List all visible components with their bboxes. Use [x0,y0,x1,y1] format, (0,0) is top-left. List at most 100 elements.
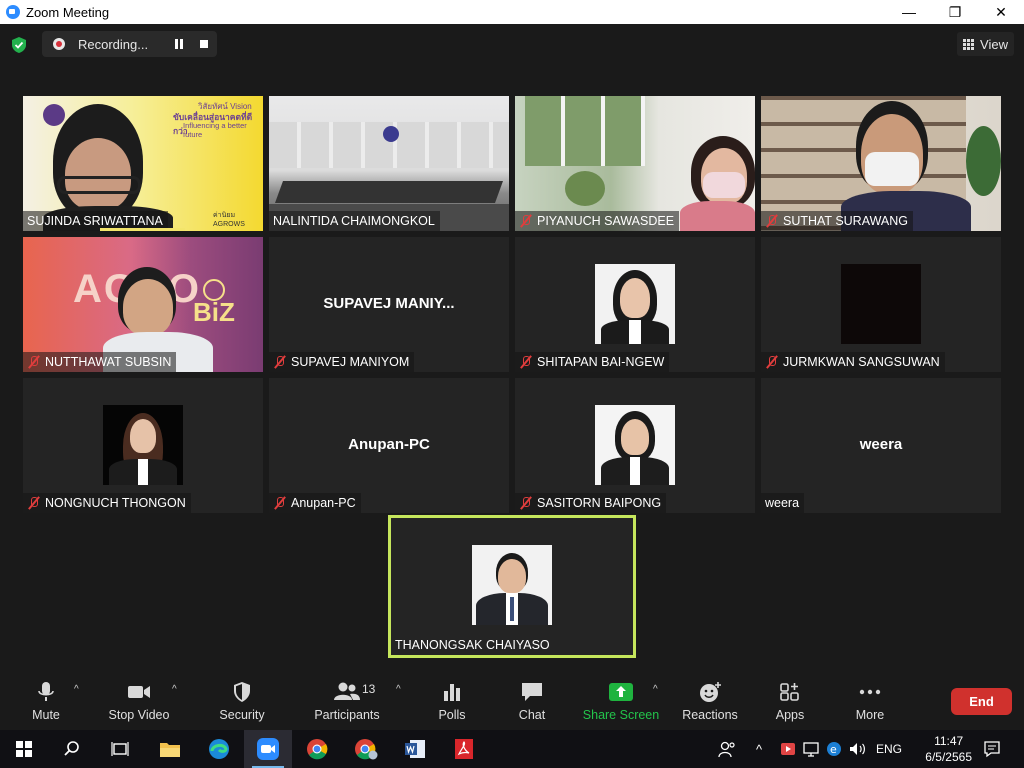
taskbar-clock[interactable]: 11:47 6/5/2565 [925,733,972,765]
maximize-button[interactable]: ❐ [932,0,978,24]
show-hidden-icons-chevron-icon[interactable]: ^ [756,730,762,768]
view-label: View [980,36,1008,52]
person-face [123,279,173,335]
participant-name: SASITORN BAIPONG [537,496,662,510]
video-tile-shitapan[interactable]: SHITAPAN BAI-NGEW [515,237,755,372]
clock-date: 6/5/2565 [925,750,972,764]
apps-button[interactable]: Apps [770,666,810,730]
chat-label: Chat [518,708,546,722]
video-tile-jurmkwan[interactable]: JURMKWAN SANGSUWAN [761,237,1001,372]
participant-name: SUTHAT SURAWANG [783,214,909,228]
video-tile-nutthawat[interactable]: AGRO BiZ NUTTHAWAT SUBSIN [23,237,263,372]
people-icon [718,741,735,758]
security-shield-icon[interactable] [10,36,28,54]
folder-icon [160,743,180,757]
muted-mic-icon [27,496,41,510]
participants-icon [334,682,360,700]
clock-time: 11:47 [934,734,964,748]
zoom-app[interactable] [244,730,292,768]
security-button[interactable]: Security [214,666,270,730]
close-button[interactable]: ✕ [978,0,1024,24]
avatar-face [498,559,526,593]
people-tray-icon[interactable] [718,730,736,768]
apps-label: Apps [775,708,805,722]
participant-name: JURMKWAN SANGSUWAN [783,355,940,369]
video-options-caret-icon[interactable]: ^ [172,684,182,695]
participant-name: THANONGSAK CHAIYASO [395,638,550,652]
security-shield-icon [234,682,250,702]
participant-name: SUPAVEJ MANIYOM [291,355,410,369]
participants-options-caret-icon[interactable]: ^ [396,684,406,695]
participant-name-bar: THANONGSAK CHAIYASO [391,635,555,655]
recording-indicator: Recording... [42,31,217,57]
chrome-app[interactable] [293,730,341,768]
avatar-face [620,278,650,318]
window-titlebar: Zoom Meeting — ❐ ✕ [0,0,1024,24]
start-button[interactable] [0,730,48,768]
video-tile-piyanuch[interactable]: PIYANUCH SAWASDEE [515,96,755,231]
lightbulb-icon [203,279,225,301]
participant-name-bar: NUTTHAWAT SUBSIN [23,352,177,372]
reactions-button[interactable]: Reactions [680,666,740,730]
word-app[interactable] [391,730,439,768]
video-tile-thanongsak[interactable]: THANONGSAK CHAIYASO [388,515,636,658]
video-tile-nongnuch[interactable]: NONGNUCH THONGON [23,378,263,513]
video-tile-nalintida[interactable]: NALINTIDA CHAIMONGKOL [269,96,509,231]
edge-icon [209,739,229,759]
share-options-caret-icon[interactable]: ^ [653,684,663,695]
input-language[interactable]: ENG [876,730,902,768]
notification-icon [984,741,1000,758]
speaker-icon [850,743,865,755]
participant-display-name: weera [859,436,903,453]
action-center-button[interactable] [983,730,1001,768]
chrome-profile-app[interactable] [342,730,390,768]
participants-button[interactable]: Participants [311,666,383,730]
video-tile-supavej[interactable]: SUPAVEJ MANIY... SUPAVEJ MANIYOM [269,237,509,372]
participant-name: NONGNUCH THONGON [45,496,186,510]
stop-video-button[interactable]: Stop Video [104,666,174,730]
search-button[interactable] [48,730,96,768]
edge-browser-app[interactable] [195,730,243,768]
more-button[interactable]: More [850,666,890,730]
muted-mic-icon [765,214,779,228]
video-tile-anupan[interactable]: Anupan-PC Anupan-PC [269,378,509,513]
video-tile-suthat[interactable]: SUTHAT SURAWANG [761,96,1001,231]
task-view-button[interactable] [96,730,144,768]
network-tray-icon[interactable] [803,730,819,768]
muted-mic-icon [273,496,287,510]
share-screen-label: Share Screen [582,708,660,722]
chat-button[interactable]: Chat [512,666,552,730]
avatar-shirt [629,320,641,344]
mute-button[interactable]: Mute [24,666,68,730]
polls-button[interactable]: Polls [432,666,472,730]
mute-options-caret-icon[interactable]: ^ [74,684,84,695]
participant-display-name: Anupan-PC [348,436,430,453]
participant-avatar [595,264,675,344]
language-tray-icon[interactable]: e [826,730,842,768]
end-meeting-button[interactable]: End [951,688,1012,715]
participant-name: weera [765,496,800,510]
participant-name: SUJINDA SRIWATTANA [27,214,163,228]
video-tile-sasitorn[interactable]: SASITORN BAIPONG [515,378,755,513]
apps-icon [780,683,799,701]
view-button[interactable]: View [957,32,1014,56]
stop-recording-button[interactable] [200,40,208,48]
participant-name-bar: SASITORN BAIPONG [515,493,667,513]
plant [565,171,605,206]
acrobat-app[interactable] [440,730,488,768]
pause-recording-button[interactable] [174,39,184,49]
file-explorer-app[interactable] [146,730,194,768]
zoom-icon [257,738,279,760]
face-mask [703,172,745,198]
participant-name-bar: NALINTIDA CHAIMONGKOL [269,211,440,231]
tray-app-icon[interactable] [780,730,796,768]
minimize-button[interactable]: — [886,0,932,24]
share-screen-button[interactable]: Share Screen [582,666,660,730]
participant-display-name: SUPAVEJ MANIY... [323,295,455,312]
volume-tray-icon[interactable] [849,730,867,768]
participant-avatar [595,405,675,485]
video-tile-sujinda[interactable]: วิสัยทัศน์ Vision ขับเคลื่อนสู่อนาคตที่ด… [23,96,263,231]
participant-name-bar: Anupan-PC [269,493,361,513]
video-tile-weera[interactable]: weera weera [761,378,1001,513]
glasses [57,176,141,194]
